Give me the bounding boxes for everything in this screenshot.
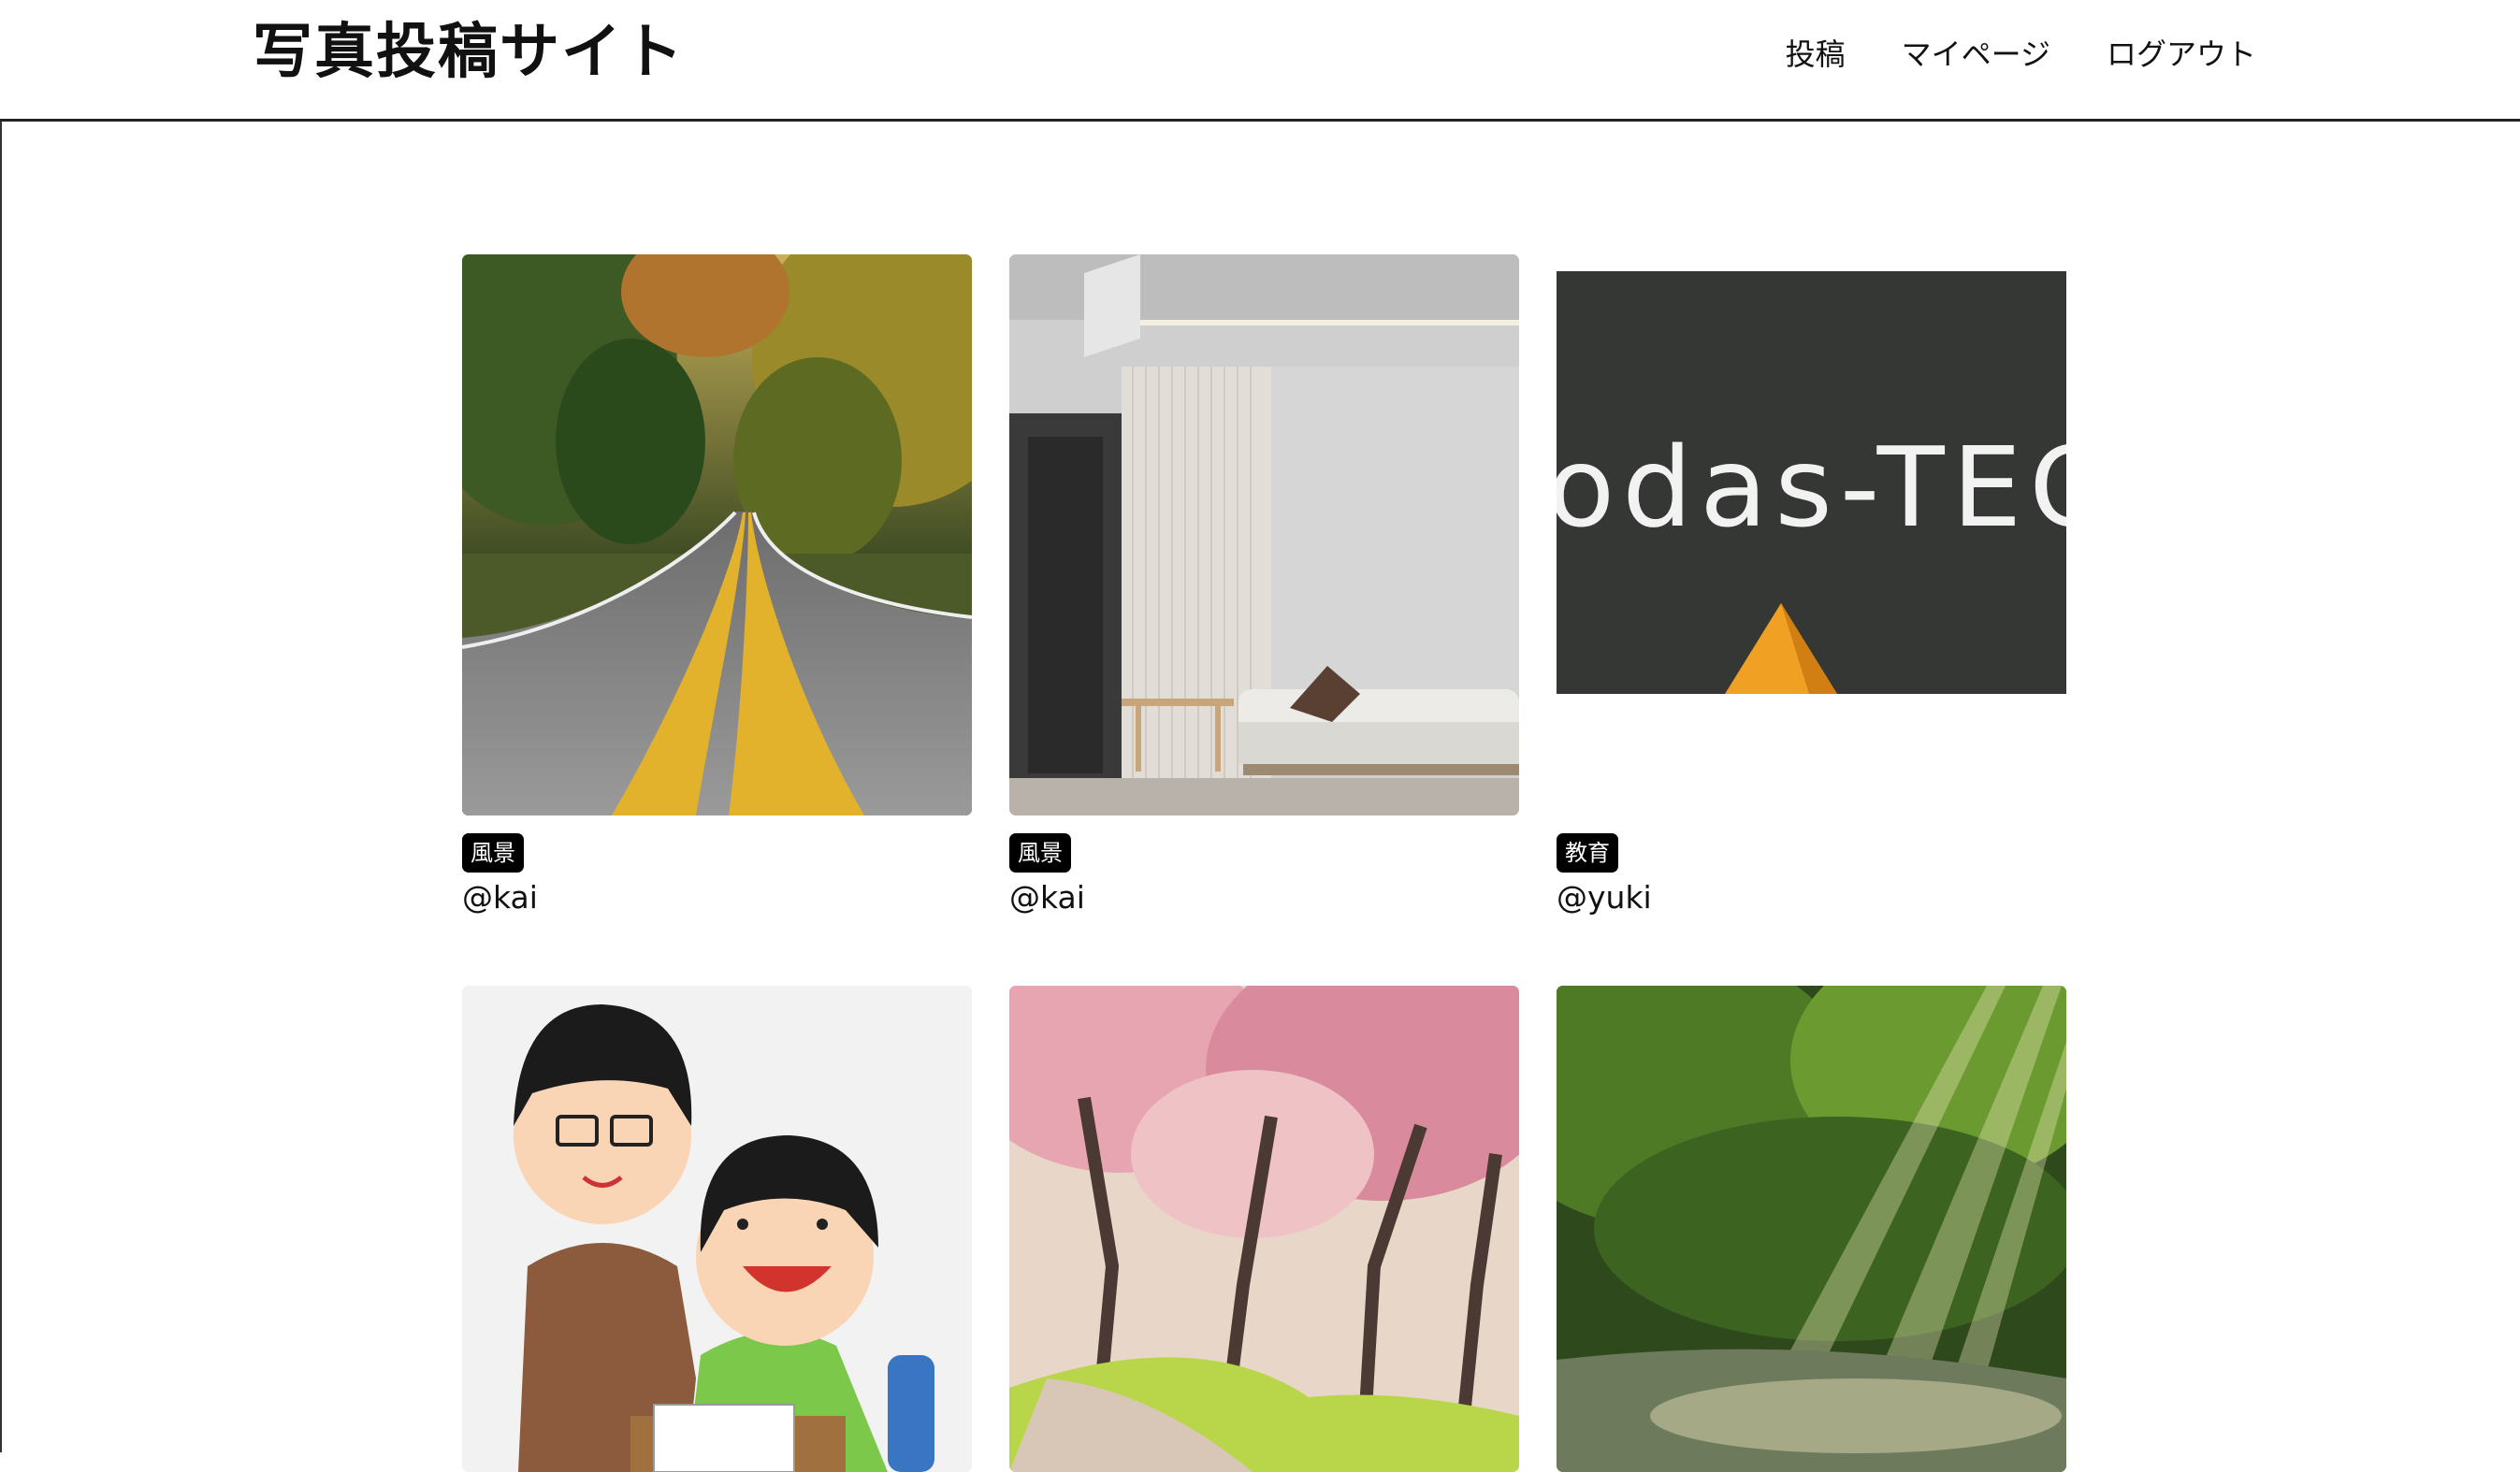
post-photo-illustration[interactable]: [462, 986, 972, 1472]
site-header: 写真投稿サイト 投稿 マイページ ログアウト: [0, 0, 2520, 122]
category-badge[interactable]: 教育: [1557, 833, 1618, 873]
site-title[interactable]: 写真投稿サイト: [253, 13, 685, 92]
nav-logout-link[interactable]: ログアウト: [2107, 32, 2256, 77]
window-border: [0, 0, 2, 1452]
post-username[interactable]: @yuki: [1557, 876, 1652, 919]
category-badge[interactable]: 風景: [1009, 833, 1071, 873]
main-nav: 投稿 マイページ ログアウト: [1786, 32, 2256, 77]
post-photo-blossom[interactable]: [1009, 986, 1519, 1472]
post-photo-slate[interactable]: odas-TEC: [1557, 271, 2066, 694]
post-photo-forest[interactable]: [1557, 986, 2066, 1472]
nav-mypage-link[interactable]: マイページ: [1902, 32, 2050, 77]
category-badge[interactable]: 風景: [462, 833, 524, 873]
post-photo-interior[interactable]: [1009, 254, 1519, 815]
post-username[interactable]: @kai: [462, 876, 538, 919]
slate-image-text: odas-TEC: [1557, 423, 2066, 552]
post-username[interactable]: @kai: [1009, 876, 1085, 919]
nav-post-link[interactable]: 投稿: [1786, 32, 1846, 77]
post-photo-road[interactable]: [462, 254, 972, 815]
